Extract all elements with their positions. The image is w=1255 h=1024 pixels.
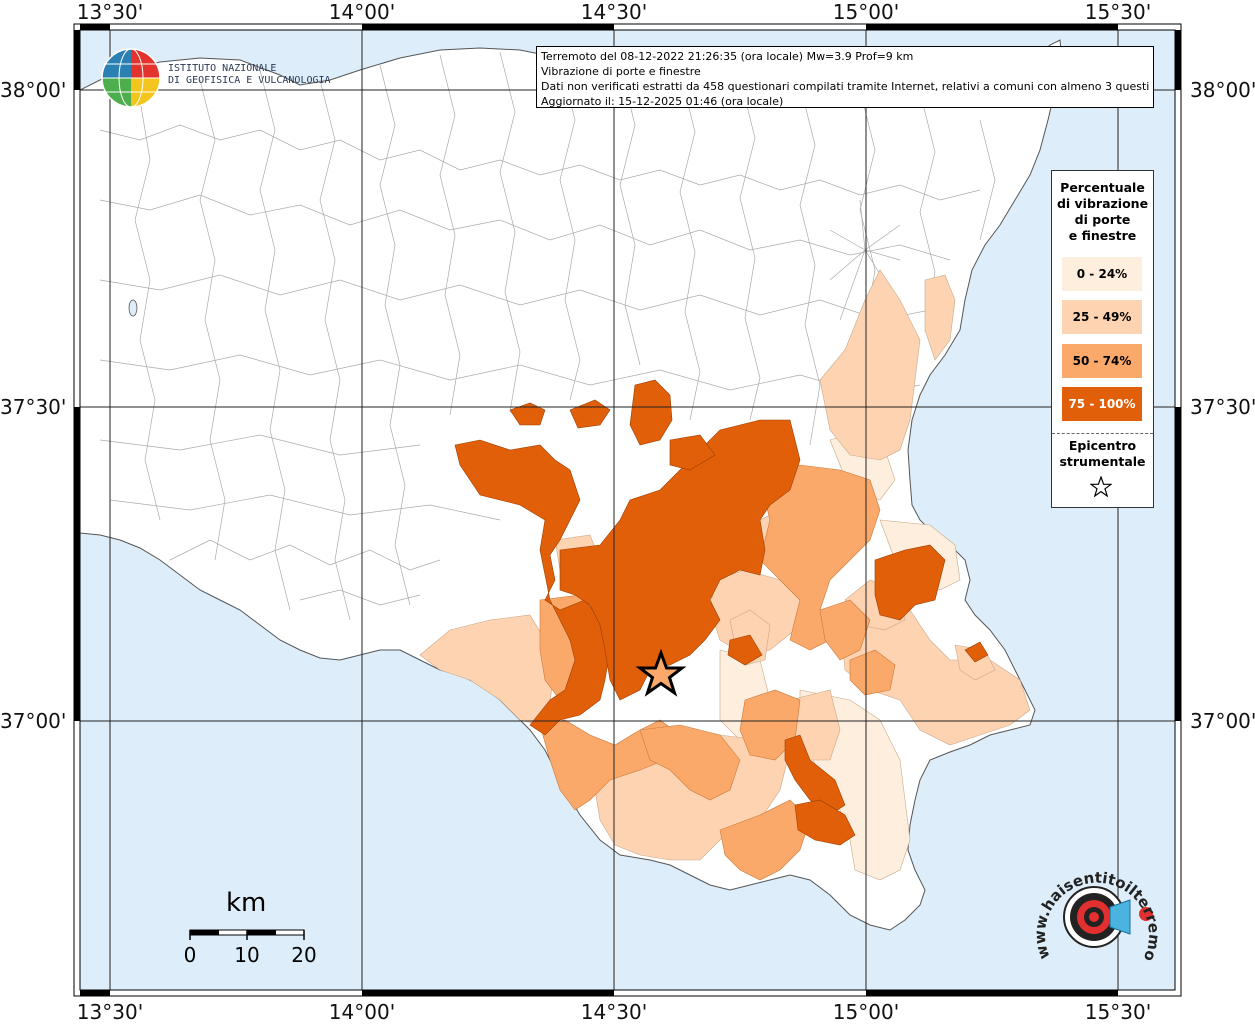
lat-label-left-3: 37°00' — [0, 709, 67, 733]
epicenter-label: Epicentro strumentale — [1059, 438, 1146, 469]
event-updated: Aggiornato il: 15-12-2025 01:46 (ora loc… — [541, 95, 784, 108]
lat-label-right-3: 37°00' — [1190, 709, 1255, 733]
ingv-logo-text: ISTITUTO NAZIONALE DI GEOFISICA E VULCAN… — [168, 63, 331, 86]
legend-item-25-49: 25 - 49% — [1062, 300, 1142, 334]
lake — [128, 299, 138, 317]
event-title: Terremoto del 08-12-2022 21:26:35 (ora l… — [541, 50, 914, 63]
lon-label-bottom-3: 14°30' — [580, 1000, 648, 1024]
lon-label-bottom-4: 15°00' — [832, 1000, 900, 1024]
legend: Percentuale di vibrazione di porte e fin… — [1051, 170, 1154, 508]
event-data-note: Dati non verificati estratti da 458 ques… — [541, 80, 1149, 93]
legend-title: Percentuale di vibrazione di porte e fin… — [1056, 180, 1149, 243]
lon-label-top-1: 13°30' — [76, 0, 144, 24]
scale-label-0: 0 — [183, 943, 197, 967]
lat-label-right-1: 38°00' — [1190, 78, 1255, 102]
lat-label-right-2: 37°30' — [1190, 395, 1255, 419]
legend-item-0-24: 0 - 24% — [1062, 257, 1142, 291]
event-info-box: Terremoto del 08-12-2022 21:26:35 (ora l… — [536, 46, 1154, 108]
lon-label-bottom-2: 14°00' — [328, 1000, 396, 1024]
event-subject: Vibrazione di porte e finestre — [541, 65, 701, 78]
scale-unit: km — [226, 888, 267, 918]
lon-label-top-4: 15°00' — [832, 0, 900, 24]
haisentitoilterremoto-logo: www.haisentitoilterremoto.it — [1032, 862, 1162, 964]
lon-label-top-2: 14°00' — [328, 0, 396, 24]
lon-label-top-3: 14°30' — [580, 0, 648, 24]
legend-divider — [1052, 433, 1153, 434]
star-icon — [1090, 476, 1112, 498]
legend-item-50-74: 50 - 74% — [1062, 344, 1142, 378]
ingv-logo-icon — [101, 48, 161, 108]
lon-label-top-5: 15°30' — [1084, 0, 1152, 24]
scale-label-10: 10 — [234, 943, 260, 967]
lon-label-bottom-1: 13°30' — [76, 1000, 144, 1024]
lat-label-left-1: 38°00' — [0, 78, 67, 102]
lat-label-left-2: 37°30' — [0, 395, 67, 419]
legend-item-75-100: 75 - 100% — [1062, 387, 1142, 421]
lon-label-bottom-5: 15°30' — [1084, 1000, 1152, 1024]
scale-label-20: 20 — [291, 943, 317, 967]
